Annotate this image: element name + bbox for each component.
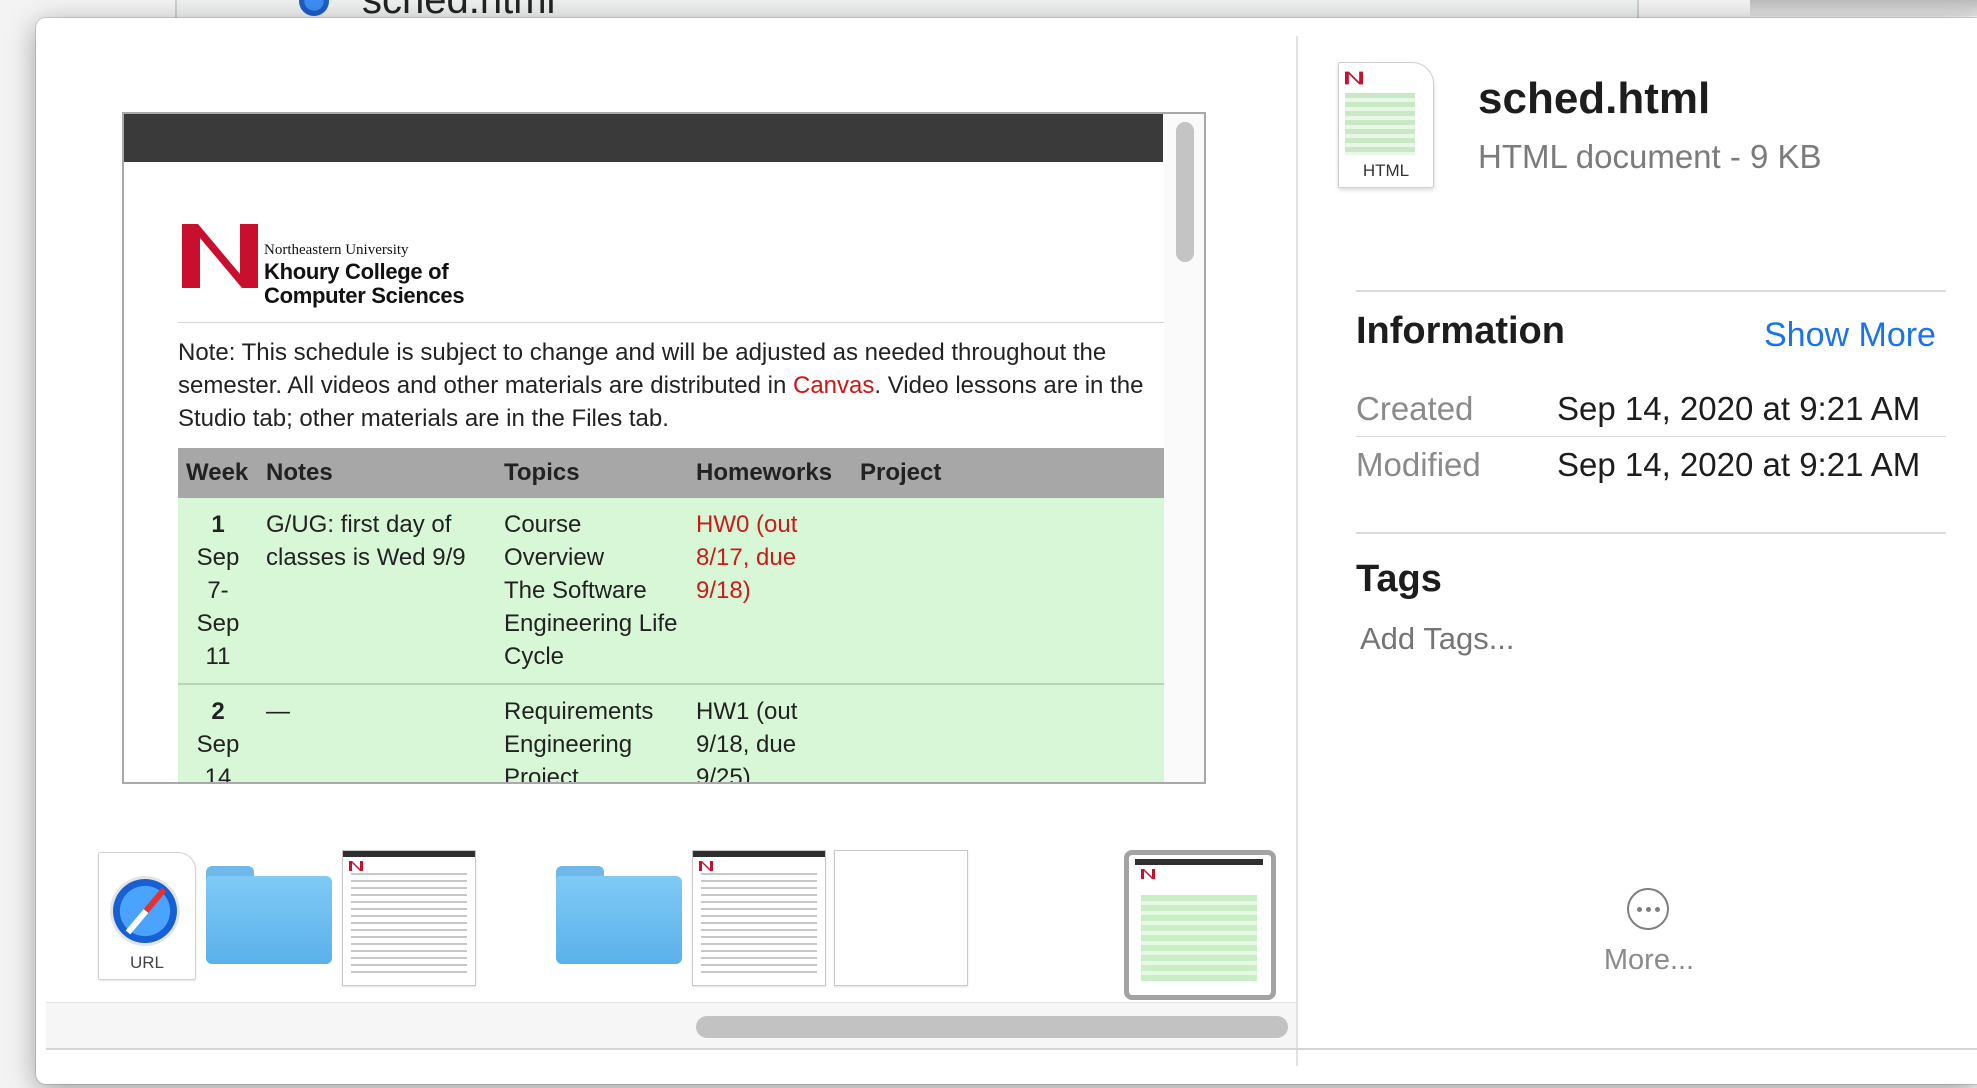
more-label: More... (1603, 944, 1695, 976)
file-kind-size: HTML document - 9 KB (1478, 138, 1822, 175)
northeastern-n-icon (1345, 71, 1363, 85)
info-divider (1356, 290, 1946, 292)
add-tags-input[interactable] (1358, 620, 1662, 658)
file-name: sched.html (1478, 74, 1711, 123)
more-button[interactable]: More... (1574, 888, 1724, 1028)
background-window-edge (1750, 0, 1977, 16)
show-more-link[interactable]: Show More (1764, 316, 1936, 355)
created-label: Created (1356, 390, 1474, 427)
tags-title: Tags (1356, 558, 1442, 600)
meta-divider (1356, 436, 1946, 437)
background-window: sched.html (175, 0, 1639, 18)
tags-divider (1356, 532, 1946, 534)
information-title: Information (1356, 310, 1565, 352)
info-pane: HTML sched.html HTML document - 9 KB Inf… (36, 18, 1977, 1084)
modified-label: Modified (1356, 446, 1481, 483)
background-window-title: sched.html (362, 0, 555, 18)
html-file-icon: HTML (1338, 62, 1434, 188)
modified-value: Sep 14, 2020 at 9:21 AM (1557, 446, 1921, 483)
ellipsis-circle-icon (1627, 888, 1669, 930)
created-value: Sep 14, 2020 at 9:21 AM (1557, 390, 1921, 427)
quicklook-window: Northeastern University Khoury College o… (36, 18, 1977, 1084)
file-icon-ext: HTML (1362, 161, 1410, 180)
safari-icon (299, 0, 329, 16)
